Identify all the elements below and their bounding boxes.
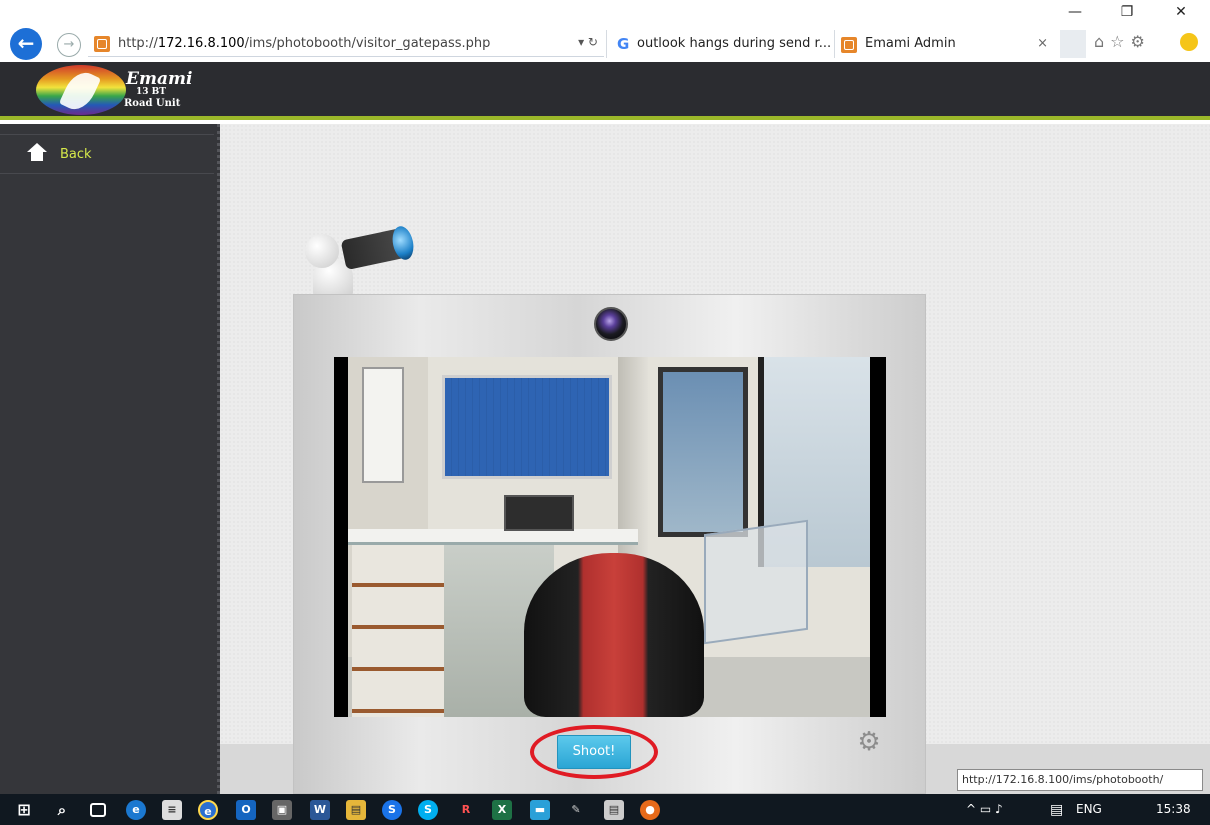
browser-toolbar-icons: ⌂☆⚙ xyxy=(1094,32,1151,51)
system-tray-icons[interactable]: ^ ▭ ♪ xyxy=(966,802,1003,816)
url-scheme: http:// xyxy=(118,36,158,51)
tab-label: Emami Admin xyxy=(865,36,956,51)
favorites-star-icon[interactable]: ☆ xyxy=(1110,32,1130,51)
tab-outlook[interactable]: G outlook hangs during send r... xyxy=(606,30,834,58)
site-favicon-icon xyxy=(94,36,110,52)
webcam-icon xyxy=(594,307,628,341)
windows-taskbar: ⊞ ⌕ e ≡ e O ▣ W ▤ S S R X ▬ ✎ ▤ ● ^ ▭ ♪ … xyxy=(0,794,1210,825)
tab-emami-admin[interactable]: Emami Admin × xyxy=(834,30,1058,58)
feedback-smiley-icon[interactable] xyxy=(1180,33,1198,51)
site-favicon-icon xyxy=(841,37,857,53)
home-icon xyxy=(27,143,47,161)
internet-explorer-icon[interactable]: e xyxy=(198,800,218,820)
settings-gear-icon[interactable]: ⚙ xyxy=(856,729,882,755)
minimize-button[interactable]: — xyxy=(1060,4,1090,20)
logo-text: Emami xyxy=(126,69,193,89)
system-tool-icon[interactable]: ▣ xyxy=(272,800,292,820)
firefox-icon[interactable]: ● xyxy=(640,800,660,820)
language-indicator[interactable]: ENG xyxy=(1076,802,1102,816)
app-header: Emami 13 BT Road Unit xyxy=(0,62,1210,120)
sidebar: Back xyxy=(0,124,220,794)
excel-icon[interactable]: X xyxy=(492,800,512,820)
annotation-highlight-circle xyxy=(530,725,658,779)
emami-logo: Emami 13 BT Road Unit xyxy=(36,65,196,116)
sidebar-item-back[interactable]: Back xyxy=(0,134,214,174)
camera-feed-image xyxy=(348,357,870,717)
sidebar-item-label: Back xyxy=(60,147,92,162)
word-icon[interactable]: W xyxy=(310,800,330,820)
folder-app-icon[interactable]: ▬ xyxy=(530,800,550,820)
remote-app-icon[interactable]: R xyxy=(456,800,476,820)
edge-icon[interactable]: e xyxy=(126,800,146,820)
photobooth-panel: Shoot! ⚙ xyxy=(293,294,926,794)
camera-preview xyxy=(334,357,886,717)
address-bar[interactable]: http://172.16.8.100/ims/photobooth/visit… xyxy=(88,30,604,57)
link-status-tooltip: http://172.16.8.100/ims/photobooth/ xyxy=(957,769,1203,791)
browser-back-button[interactable]: ← xyxy=(10,28,42,60)
url-path: /ims/photobooth/visitor_gatepass.php xyxy=(244,36,491,51)
windows-start-icon[interactable]: ⊞ xyxy=(14,800,34,820)
tab-label: outlook hangs during send r... xyxy=(637,36,832,51)
tab-close-icon[interactable]: × xyxy=(1037,36,1048,51)
google-icon: G xyxy=(617,35,630,53)
new-tab-button[interactable] xyxy=(1060,30,1086,58)
skype-icon[interactable]: S xyxy=(418,800,438,820)
search-icon[interactable]: ⌕ xyxy=(52,800,72,820)
arrow-left-icon: ← xyxy=(17,31,35,55)
gear-icon[interactable]: ⚙ xyxy=(1131,32,1151,51)
task-view-icon[interactable] xyxy=(90,803,106,817)
action-center-icon[interactable]: ▤ xyxy=(1050,802,1063,818)
notes-icon[interactable]: ▤ xyxy=(604,800,624,820)
address-url[interactable]: http://172.16.8.100/ims/photobooth/visit… xyxy=(118,36,490,51)
notepad-icon[interactable]: ≡ xyxy=(162,800,182,820)
skype-business-icon[interactable]: S xyxy=(382,800,402,820)
paint-icon[interactable]: ✎ xyxy=(566,800,586,820)
refresh-dropdown-icon[interactable]: ▾ ↻ xyxy=(578,35,598,49)
outlook-icon[interactable]: O xyxy=(236,800,256,820)
close-window-button[interactable]: ✕ xyxy=(1166,4,1196,20)
browser-forward-button[interactable]: → xyxy=(57,33,81,57)
browser-titlebar: — ❐ ✕ ← → http://172.16.8.100/ims/photob… xyxy=(0,0,1210,62)
logo-unit-text: 13 BT xyxy=(136,87,166,97)
clock[interactable]: 15:38 xyxy=(1156,802,1191,816)
restore-button[interactable]: ❐ xyxy=(1112,4,1142,20)
arrow-right-icon: → xyxy=(63,37,75,52)
file-explorer-icon[interactable]: ▤ xyxy=(346,800,366,820)
url-host: 172.16.8.100 xyxy=(157,36,245,51)
photographer-mascot-image xyxy=(305,220,417,298)
home-icon[interactable]: ⌂ xyxy=(1094,32,1110,51)
logo-location-text: Road Unit xyxy=(124,98,181,109)
